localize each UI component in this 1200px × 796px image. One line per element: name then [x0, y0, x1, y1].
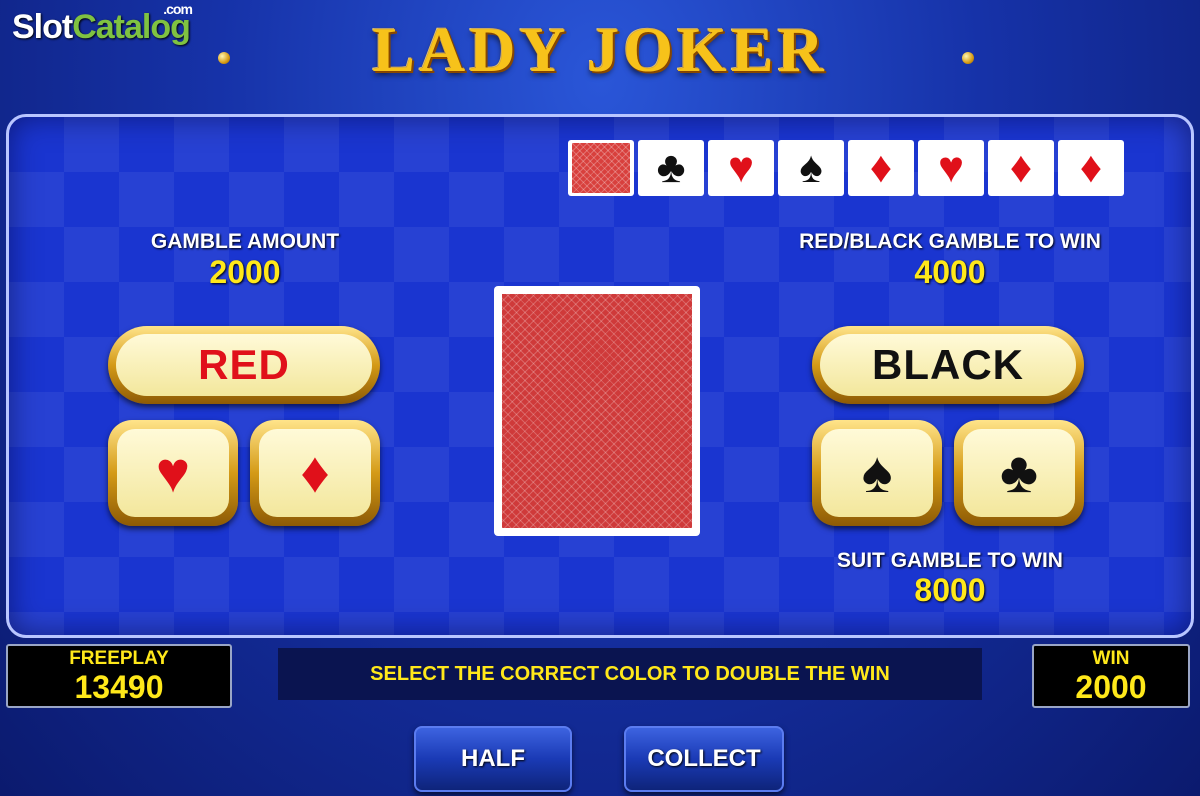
title-dot-right — [962, 52, 974, 64]
suit-gamble-label: SUIT GAMBLE TO WIN — [837, 549, 1063, 572]
black-button-label: BLACK — [820, 334, 1076, 396]
gamble-amount-value: 2000 — [209, 254, 281, 290]
diamond-icon: ♦ — [259, 429, 371, 517]
diamond-icon: ♦ — [988, 140, 1054, 196]
red-black-label: RED/BLACK GAMBLE TO WIN — [799, 230, 1101, 253]
red-button-label: RED — [116, 334, 372, 396]
freeplay-box: FREEPLAY 13490 — [6, 644, 232, 708]
club-icon: ♣ — [638, 140, 704, 196]
red-button[interactable]: RED — [108, 326, 380, 404]
history-card-back — [568, 140, 634, 196]
card-history: ♣ ♥ ♠ ♦ ♥ ♦ ♦ — [568, 140, 1124, 196]
win-value: 2000 — [1075, 669, 1147, 705]
gamble-amount-label: GAMBLE AMOUNT — [150, 230, 340, 253]
heart-icon: ♥ — [708, 140, 774, 196]
face-down-card — [494, 286, 700, 536]
heart-icon: ♥ — [117, 429, 229, 517]
club-button[interactable]: ♣ — [954, 420, 1084, 526]
game-title: LADY JOKER — [372, 14, 828, 85]
suit-gamble-value: 8000 — [914, 572, 986, 608]
red-black-value: 4000 — [914, 254, 986, 290]
half-button-label: HALF — [461, 745, 525, 772]
club-icon: ♣ — [963, 429, 1075, 517]
collect-button-label: COLLECT — [647, 745, 761, 772]
status-message: SELECT THE CORRECT COLOR TO DOUBLE THE W… — [278, 648, 982, 700]
spade-button[interactable]: ♠ — [812, 420, 942, 526]
win-label: WIN — [1092, 648, 1130, 669]
win-box: WIN 2000 — [1032, 644, 1190, 708]
half-button[interactable]: HALF — [414, 726, 572, 792]
freeplay-value: 13490 — [74, 669, 164, 705]
watermark-suffix: .com — [163, 1, 193, 17]
status-message-text: SELECT THE CORRECT COLOR TO DOUBLE THE W… — [370, 663, 890, 685]
heart-icon: ♥ — [918, 140, 984, 196]
diamond-icon: ♦ — [848, 140, 914, 196]
diamond-icon: ♦ — [1058, 140, 1124, 196]
heart-button[interactable]: ♥ — [108, 420, 238, 526]
spade-icon: ♠ — [821, 429, 933, 517]
diamond-button[interactable]: ♦ — [250, 420, 380, 526]
spade-icon: ♠ — [778, 140, 844, 196]
collect-button[interactable]: COLLECT — [624, 726, 784, 792]
black-button[interactable]: BLACK — [812, 326, 1084, 404]
freeplay-label: FREEPLAY — [69, 648, 169, 669]
